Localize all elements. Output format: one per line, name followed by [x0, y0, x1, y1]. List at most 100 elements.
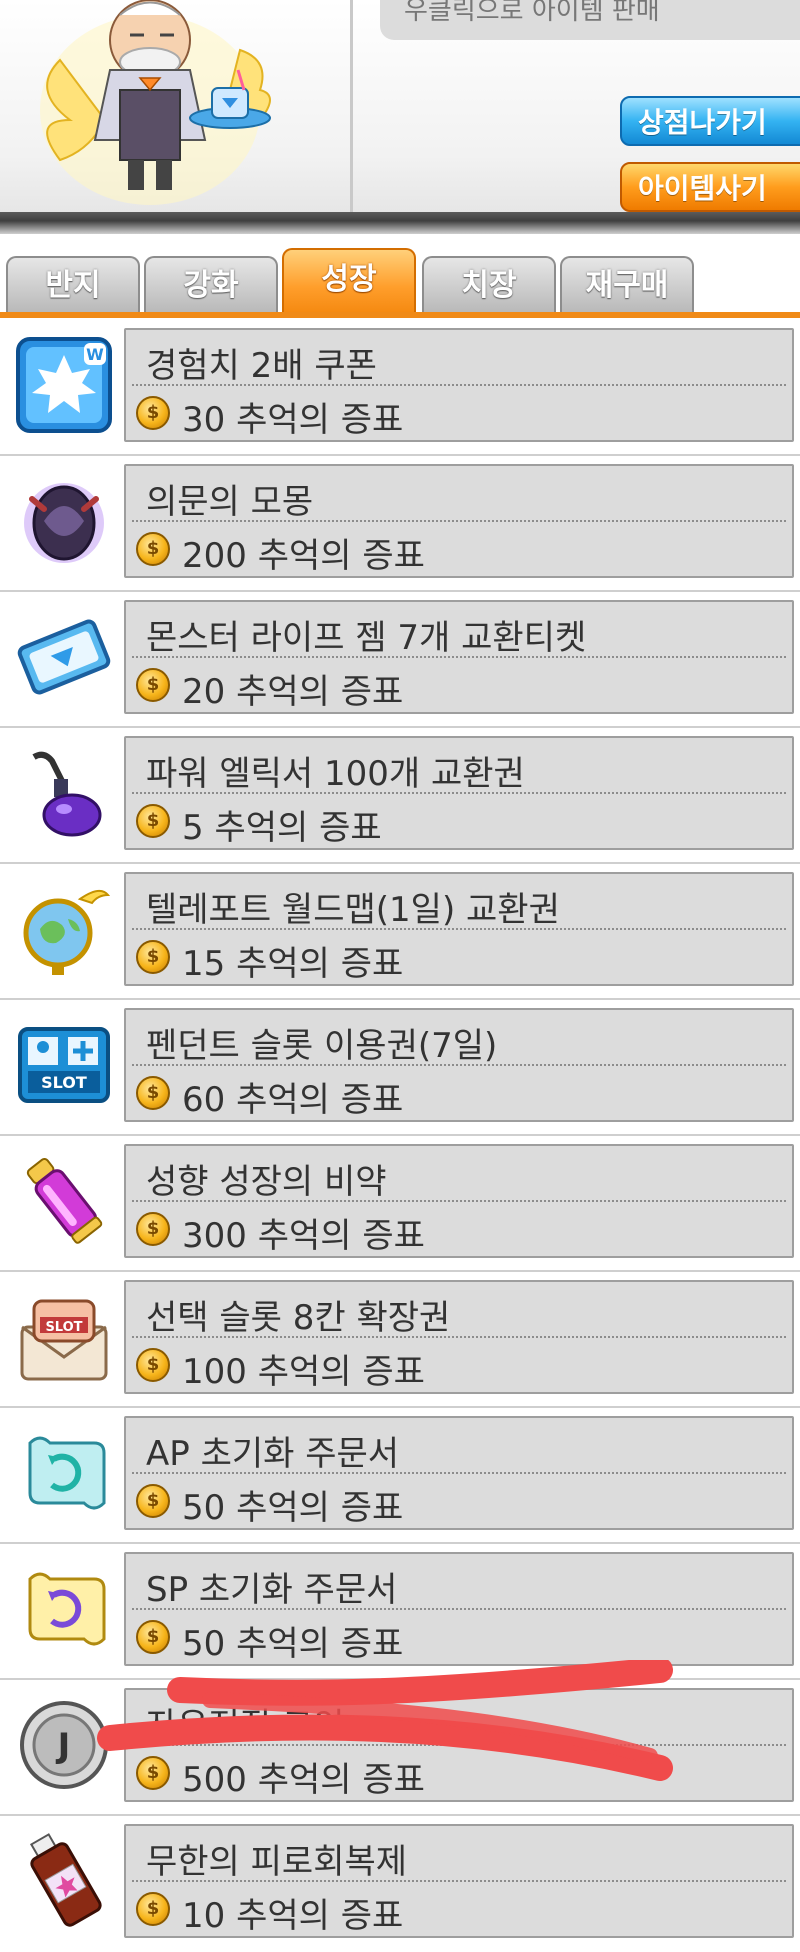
item-price: 200 추억의 증표: [182, 536, 425, 576]
coin-icon: $: [136, 1348, 170, 1382]
divider: [132, 1472, 786, 1474]
item-name: 자유전직 코인: [146, 1706, 345, 1746]
item-price: 50 추억의 증표: [182, 1624, 404, 1664]
tab-ring[interactable]: 반지: [6, 256, 140, 312]
tab-growth[interactable]: 성장: [282, 248, 416, 312]
item-price: 50 추억의 증표: [182, 1488, 404, 1528]
divider: [132, 928, 786, 930]
item-info-panel: 의문의 모몽 $ 200 추억의 증표: [124, 464, 794, 578]
pendant-slot-icon: SLOT: [8, 1010, 120, 1120]
list-item[interactable]: 텔레포트 월드맵(1일) 교환권 $ 15 추억의 증표: [0, 864, 800, 1000]
item-price: 30 추억의 증표: [182, 400, 404, 440]
header-divider: [350, 0, 353, 212]
divider: [132, 1336, 786, 1338]
coin-icon: $: [136, 1892, 170, 1926]
list-item[interactable]: SP 초기화 주문서 $ 50 추억의 증표: [0, 1544, 800, 1680]
job-change-coin-icon: J: [8, 1690, 120, 1800]
item-name: 선택 슬롯 8칸 확장권: [146, 1298, 451, 1338]
svg-text:J: J: [56, 1726, 71, 1766]
list-item[interactable]: 의문의 모몽 $ 200 추억의 증표: [0, 456, 800, 592]
item-price: 5 추억의 증표: [182, 808, 382, 848]
item-name: 경험치 2배 쿠폰: [146, 346, 377, 386]
list-item[interactable]: 파워 엘릭서 100개 교환권 $ 5 추억의 증표: [0, 728, 800, 864]
item-price: 20 추억의 증표: [182, 672, 404, 712]
sp-reset-scroll-icon: [8, 1554, 120, 1664]
ap-reset-scroll-icon: [8, 1418, 120, 1528]
item-price: 500 추억의 증표: [182, 1760, 425, 1800]
svg-text:SLOT: SLOT: [45, 1320, 82, 1335]
item-info-panel: 자유전직 코인 $ 500 추억의 증표: [124, 1688, 794, 1802]
divider: [132, 1608, 786, 1610]
tab-repurchase[interactable]: 재구매: [560, 256, 694, 312]
coin-icon: $: [136, 1076, 170, 1110]
item-price: 15 추억의 증표: [182, 944, 404, 984]
tab-cosmetic[interactable]: 치장: [422, 256, 556, 312]
trait-potion-icon: [8, 1146, 120, 1256]
coin-icon: $: [136, 1212, 170, 1246]
item-info-panel: 펜던트 슬롯 이용권(7일) $ 60 추억의 증표: [124, 1008, 794, 1122]
item-info-panel: 선택 슬롯 8칸 확장권 $ 100 추억의 증표: [124, 1280, 794, 1394]
item-name: AP 초기화 주문서: [146, 1434, 400, 1474]
item-name: 펜던트 슬롯 이용권(7일): [146, 1026, 498, 1066]
item-name: 파워 엘릭서 100개 교환권: [146, 754, 525, 794]
fatigue-potion-icon: [8, 1826, 120, 1936]
item-name: 무한의 피로회복제: [146, 1842, 408, 1882]
divider: [132, 1200, 786, 1202]
gem-ticket-icon: [8, 602, 120, 712]
coin-icon: $: [136, 804, 170, 838]
leave-shop-button[interactable]: 상점나가기: [620, 96, 800, 146]
elixir-potion-icon: [8, 738, 120, 848]
item-info-panel: 몬스터 라이프 젬 7개 교환티켓 $ 20 추억의 증표: [124, 600, 794, 714]
item-info-panel: 경험치 2배 쿠폰 $ 30 추억의 증표: [124, 328, 794, 442]
category-tabs: 반지 강화 성장 치장 재구매: [0, 234, 800, 318]
coin-icon: $: [136, 396, 170, 430]
item-list: W 경험치 2배 쿠폰 $ 30 추억의 증표 의문의 모몽 $ 200 추억의…: [0, 320, 800, 1938]
list-item[interactable]: SLOT 펜던트 슬롯 이용권(7일) $ 60 추억의 증표: [0, 1000, 800, 1136]
list-item[interactable]: SLOT 선택 슬롯 8칸 확장권 $ 100 추억의 증표: [0, 1272, 800, 1408]
divider: [132, 1880, 786, 1882]
shop-header: 우클릭으로 아이템 판매 상점나가기 아이템사기: [0, 0, 800, 222]
mystery-egg-icon: [8, 466, 120, 576]
npc-portrait: [0, 0, 352, 222]
coin-icon: $: [136, 1756, 170, 1790]
list-item[interactable]: 성향 성장의 비약 $ 300 추억의 증표: [0, 1136, 800, 1272]
divider: [132, 520, 786, 522]
list-item[interactable]: J 자유전직 코인 $ 500 추억의 증표: [0, 1680, 800, 1816]
coin-icon: $: [136, 668, 170, 702]
list-item[interactable]: 몬스터 라이프 젬 7개 교환티켓 $ 20 추억의 증표: [0, 592, 800, 728]
item-info-panel: SP 초기화 주문서 $ 50 추억의 증표: [124, 1552, 794, 1666]
slot-expansion-icon: SLOT: [8, 1282, 120, 1392]
list-item[interactable]: AP 초기화 주문서 $ 50 추억의 증표: [0, 1408, 800, 1544]
item-info-panel: 성향 성장의 비약 $ 300 추억의 증표: [124, 1144, 794, 1258]
svg-text:W: W: [86, 345, 104, 364]
divider: [132, 1744, 786, 1746]
tab-enhance[interactable]: 강화: [144, 256, 278, 312]
item-price: 60 추억의 증표: [182, 1080, 404, 1120]
item-name: 텔레포트 월드맵(1일) 교환권: [146, 890, 560, 930]
right-click-sell-hint: 우클릭으로 아이템 판매: [380, 0, 800, 40]
divider: [132, 1064, 786, 1066]
item-price: 100 추억의 증표: [182, 1352, 425, 1392]
teleport-globe-icon: [8, 874, 120, 984]
item-price: 300 추억의 증표: [182, 1216, 425, 1256]
item-name: 성향 성장의 비약: [146, 1162, 387, 1202]
divider: [132, 656, 786, 658]
exp-coupon-icon: W: [8, 330, 120, 440]
item-name: SP 초기화 주문서: [146, 1570, 398, 1610]
item-name: 의문의 모몽: [146, 482, 314, 522]
svg-text:SLOT: SLOT: [41, 1073, 87, 1092]
item-info-panel: 파워 엘릭서 100개 교환권 $ 5 추억의 증표: [124, 736, 794, 850]
divider: [132, 792, 786, 794]
tab-underline: [0, 312, 800, 318]
buy-item-button[interactable]: 아이템사기: [620, 162, 800, 212]
coin-icon: $: [136, 1484, 170, 1518]
header-frame-edge: [0, 212, 800, 234]
list-item[interactable]: W 경험치 2배 쿠폰 $ 30 추억의 증표: [0, 320, 800, 456]
item-info-panel: AP 초기화 주문서 $ 50 추억의 증표: [124, 1416, 794, 1530]
coin-icon: $: [136, 532, 170, 566]
divider: [132, 384, 786, 386]
list-item[interactable]: 무한의 피로회복제 $ 10 추억의 증표: [0, 1816, 800, 1952]
item-price: 10 추억의 증표: [182, 1896, 404, 1936]
item-name: 몬스터 라이프 젬 7개 교환티켓: [146, 618, 587, 658]
item-info-panel: 무한의 피로회복제 $ 10 추억의 증표: [124, 1824, 794, 1938]
